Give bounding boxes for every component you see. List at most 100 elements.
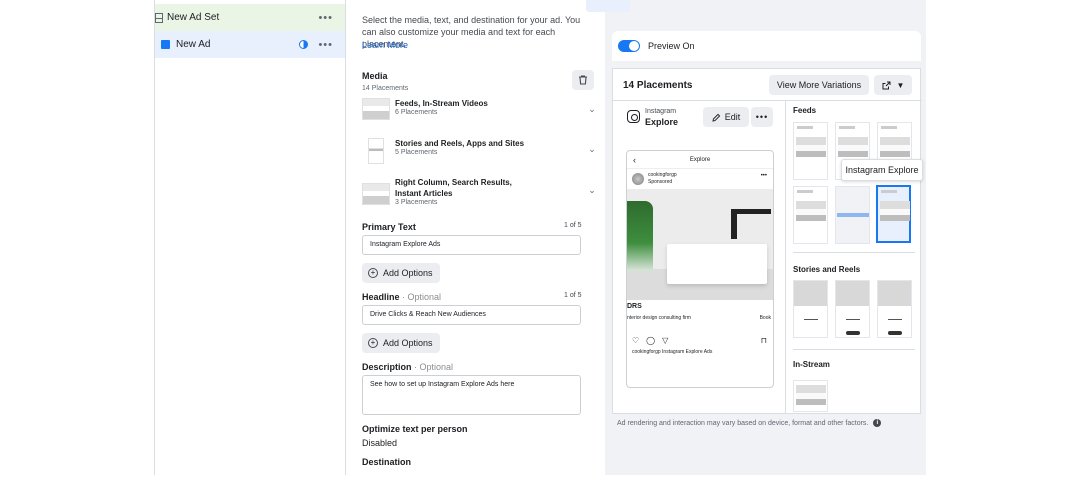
stories-section-label: Stories and Reels xyxy=(793,265,861,274)
media-title: Media xyxy=(362,71,388,81)
pencil-icon xyxy=(712,113,720,122)
description-input[interactable]: See how to set up Instagram Explore Ads … xyxy=(362,375,581,415)
back-arrow-icon: ‹ xyxy=(633,155,636,165)
placement-thumbnail[interactable] xyxy=(877,280,912,338)
chevron-down-icon[interactable]: ⌄ xyxy=(586,177,598,196)
campaign-tree-panel: New Ad Set ••• New Ad ••• xyxy=(154,0,346,475)
divider xyxy=(793,252,915,253)
description-label: Description · Optional xyxy=(362,362,454,372)
add-options-label: Add Options xyxy=(383,338,433,348)
placement-tooltip: Instagram Explore xyxy=(841,159,923,181)
placement-thumbnail[interactable] xyxy=(793,280,828,338)
headline-count: 1 of 5 xyxy=(564,292,582,299)
placements-preview-card: 14 Placements View More Variations ▼ Ins… xyxy=(612,68,922,414)
phone-header-title: Explore xyxy=(689,157,711,163)
plus-circle-icon: + xyxy=(368,338,378,348)
optimize-text-label: Optimize text per person xyxy=(362,424,468,434)
external-link-icon xyxy=(882,81,891,89)
platform-name: Instagram xyxy=(645,108,677,115)
ad-title: DRS xyxy=(627,303,642,310)
caret-down-icon: ▼ xyxy=(896,80,905,90)
placement-group-right-column[interactable]: Right Column, Search Results, Instant Ar… xyxy=(362,177,598,206)
edit-label: Edit xyxy=(724,112,741,122)
placement-group-name: Right Column, Search Results, Instant Ar… xyxy=(395,178,512,198)
ad-label: New Ad xyxy=(176,39,211,50)
placement-group-count: 3 Placements xyxy=(395,199,438,206)
media-subtitle: 14 Placements xyxy=(362,85,409,92)
post-actions: ♡ ◯ ▽ xyxy=(632,336,668,345)
placement-group-feeds[interactable]: Feeds, In-Stream Videos 6 Placements ⌄ xyxy=(362,98,598,120)
placement-group-name: Feeds, In-Stream Videos xyxy=(395,99,488,108)
primary-text-count: 1 of 5 xyxy=(564,222,582,229)
post-username: cookingforgp xyxy=(648,172,677,178)
info-icon[interactable]: i xyxy=(873,419,882,427)
preview-toggle-label: Preview On xyxy=(648,41,695,51)
phone-header: ‹ Explore xyxy=(627,151,773,169)
ad-icon xyxy=(161,40,170,49)
placement-group-stories[interactable]: Stories and Reels, Apps and Sites 5 Plac… xyxy=(362,138,598,164)
preview-footnote: Ad rendering and interaction may vary ba… xyxy=(617,419,882,427)
more-icon: ••• xyxy=(760,173,767,179)
plus-circle-icon: + xyxy=(368,268,378,278)
feeds-section-label: Feeds xyxy=(793,106,817,115)
headline-input[interactable]: Drive Clicks & Reach New Audiences xyxy=(362,305,581,325)
heart-icon: ♡ xyxy=(632,336,640,345)
more-options-button[interactable]: ••• xyxy=(751,107,773,127)
cta-label: Book xyxy=(759,315,771,321)
post-caption: cookingforgp Instagram Explore Ads xyxy=(632,349,713,355)
placement-thumbnail xyxy=(362,98,390,120)
comment-icon: ◯ xyxy=(646,336,656,345)
chevron-down-icon[interactable]: ⌄ xyxy=(586,138,598,155)
preview-toggle[interactable] xyxy=(618,40,640,52)
view-more-variations-button[interactable]: View More Variations xyxy=(769,75,869,95)
placement-thumbnail[interactable] xyxy=(793,122,828,180)
placement-thumbnail[interactable] xyxy=(793,186,828,244)
share-dropdown-button[interactable]: ▼ xyxy=(874,75,912,95)
destination-label: Destination xyxy=(362,457,412,467)
tree-item-ad[interactable]: New Ad ••• xyxy=(155,31,345,58)
ad-preview-phone: ‹ Explore cookingforgp Sponsored ••• DRS… xyxy=(626,150,774,388)
post-sponsored: Sponsored xyxy=(648,179,673,185)
ad-set-label: New Ad Set xyxy=(167,12,220,23)
post-user: cookingforgp Sponsored xyxy=(648,172,677,186)
instream-section-label: In-Stream xyxy=(793,360,830,369)
status-half-icon xyxy=(299,40,309,49)
avatar xyxy=(632,173,644,185)
ad-set-icon xyxy=(155,12,163,23)
preview-toggle-bar: Preview On xyxy=(612,31,921,61)
ad-description: nterior design consulting firm xyxy=(627,315,691,321)
placement-group-name: Stories and Reels, Apps and Sites xyxy=(395,139,525,148)
divider xyxy=(613,100,922,101)
bookmark-icon: ⊓ xyxy=(760,336,767,345)
placement-group-count: 5 Placements xyxy=(395,149,438,156)
add-options-button[interactable]: + Add Options xyxy=(362,333,440,353)
placement-thumbnail[interactable] xyxy=(835,186,870,244)
tab-edit[interactable] xyxy=(586,0,630,12)
delete-button[interactable] xyxy=(572,70,594,90)
learn-more-link[interactable]: Learn More xyxy=(362,40,408,50)
add-options-label: Add Options xyxy=(383,268,433,278)
ad-creative-form: Select the media, text, and destination … xyxy=(346,0,605,480)
headline-label: Headline · Optional xyxy=(362,292,442,302)
placements-title: 14 Placements xyxy=(623,80,693,91)
placement-thumbnail[interactable] xyxy=(835,280,870,338)
trash-icon xyxy=(579,75,587,85)
placement-name: Explore xyxy=(645,117,679,127)
edit-button[interactable]: Edit xyxy=(703,107,749,127)
chevron-down-icon[interactable]: ⌄ xyxy=(586,98,598,115)
send-icon: ▽ xyxy=(662,336,669,345)
placement-group-count: 6 Placements xyxy=(395,109,438,116)
primary-text-input[interactable]: Instagram Explore Ads xyxy=(362,235,581,255)
ad-set-more-icon[interactable]: ••• xyxy=(318,12,333,24)
ad-image xyxy=(627,189,773,300)
placement-thumbnail[interactable] xyxy=(793,380,828,412)
divider xyxy=(793,349,915,350)
optimize-text-value: Disabled xyxy=(362,438,398,448)
ad-more-icon[interactable]: ••• xyxy=(318,39,333,51)
placement-thumbnail xyxy=(362,183,390,205)
divider xyxy=(785,101,786,414)
add-options-button[interactable]: + Add Options xyxy=(362,263,440,283)
placement-thumbnail-selected[interactable] xyxy=(876,185,911,243)
placement-thumbnail xyxy=(368,138,384,164)
tree-item-ad-set[interactable]: New Ad Set ••• xyxy=(155,4,345,31)
